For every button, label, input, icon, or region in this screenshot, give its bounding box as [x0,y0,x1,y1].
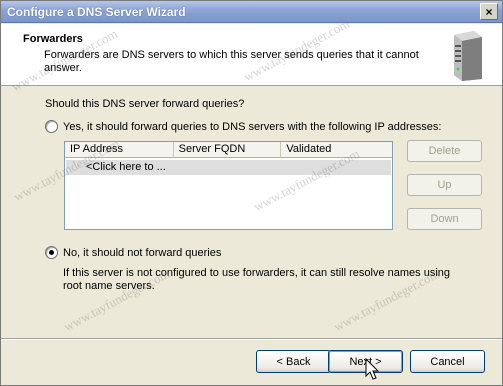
back-button[interactable]: < Back [256,350,331,373]
move-down-button[interactable]: Down [407,208,482,230]
move-up-button[interactable]: Up [407,174,482,196]
title-bar[interactable]: Configure a DNS Server Wizard × [1,1,502,23]
close-button[interactable]: × [480,3,498,20]
server-icon [454,31,482,81]
wizard-header: Forwarders Forwarders are DNS servers to… [1,24,502,86]
footer-divider [1,338,502,340]
forward-no-label[interactable]: No, it should not forward queries [63,247,221,259]
radio-selected-dot [49,250,54,255]
list-header: IP Address Server FQDN Validated [65,142,392,158]
delete-button[interactable]: Delete [407,140,482,162]
close-icon: × [485,4,493,19]
mouse-pointer-icon [365,358,380,380]
forward-question: Should this DNS server forward queries? [45,98,245,110]
forwarders-list[interactable]: IP Address Server FQDN Validated <Click … [64,141,393,230]
page-title: Forwarders [23,33,83,45]
wizard-window: Configure a DNS Server Wizard × Forwarde… [0,0,503,386]
column-server-fqdn[interactable]: Server FQDN [174,142,282,158]
add-forwarder-row[interactable]: <Click here to ... [66,160,391,175]
forward-no-radio[interactable] [45,246,58,259]
cancel-button[interactable]: Cancel [410,350,485,373]
page-description: Forwarders are DNS servers to which this… [44,49,419,74]
window-title: Configure a DNS Server Wizard [7,5,186,19]
forward-yes-radio[interactable] [45,120,58,133]
column-ip-address[interactable]: IP Address [65,142,174,158]
no-forward-description: If this server is not configured to use … [63,267,451,292]
forward-yes-label[interactable]: Yes, it should forward queries to DNS se… [63,121,441,133]
column-validated[interactable]: Validated [281,142,392,158]
